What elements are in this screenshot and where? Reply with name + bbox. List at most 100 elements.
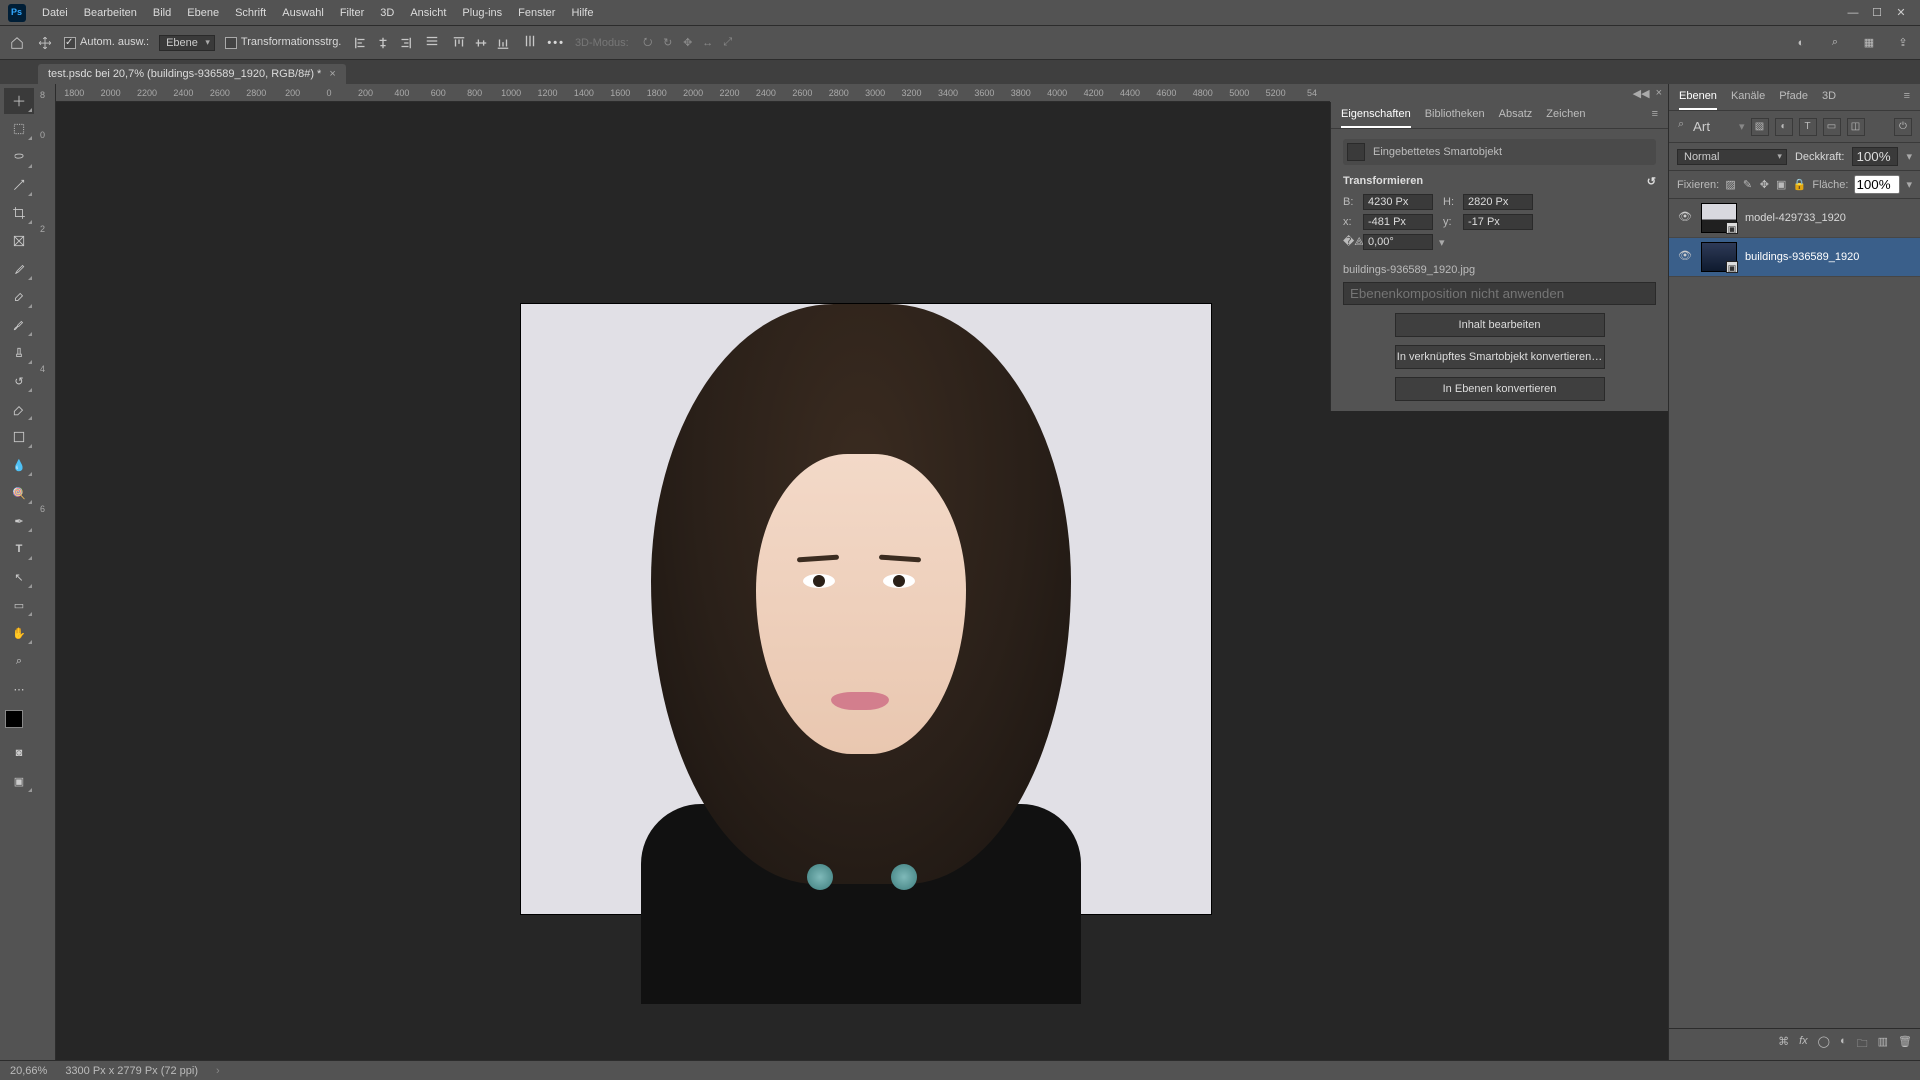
lasso-tool[interactable] (4, 144, 34, 170)
tab-3d[interactable]: 3D (1822, 90, 1836, 110)
frame-tool[interactable] (4, 228, 34, 254)
stamp-tool[interactable] (4, 340, 34, 366)
lock-transparency-icon[interactable]: ▨ (1725, 177, 1736, 193)
distribute-v-button[interactable] (523, 34, 537, 51)
canvas-artboard[interactable] (521, 304, 1211, 914)
blend-mode-select[interactable]: Normal (1677, 149, 1787, 165)
hand-tool[interactable]: ✋ (4, 620, 34, 646)
menu-bearbeiten[interactable]: Bearbeiten (84, 7, 137, 19)
wand-tool[interactable] (4, 172, 34, 198)
filter-type-icon[interactable]: T (1799, 118, 1817, 136)
y-input[interactable] (1463, 214, 1533, 230)
reset-transform-icon[interactable]: ↺ (1647, 175, 1656, 188)
home-icon[interactable] (8, 34, 26, 52)
menu-bild[interactable]: Bild (153, 7, 171, 19)
visibility-icon[interactable]: 👁 (1677, 249, 1693, 265)
delete-layer-icon[interactable]: 🗑 (1898, 1035, 1912, 1054)
shape-tool[interactable]: ▭ (4, 592, 34, 618)
align-top-button[interactable] (449, 33, 469, 53)
filter-kind-dropdown-icon[interactable]: ▾ (1739, 120, 1745, 133)
tab-kanaele[interactable]: Kanäle (1731, 90, 1765, 110)
screenmode-button[interactable]: ▣ (4, 768, 34, 794)
crop-tool[interactable] (4, 200, 34, 226)
menu-ebene[interactable]: Ebene (187, 7, 219, 19)
menu-schrift[interactable]: Schrift (235, 7, 266, 19)
layer-mask-icon[interactable]: ◯ (1818, 1035, 1830, 1054)
menu-fenster[interactable]: Fenster (518, 7, 555, 19)
close-button[interactable]: ✕ (1890, 4, 1912, 22)
dodge-tool[interactable]: 🍭 (4, 480, 34, 506)
width-input[interactable] (1363, 194, 1433, 210)
panel-collapse-icon[interactable]: ◀◀ (1633, 87, 1650, 100)
fg-bg-colors[interactable] (5, 710, 33, 738)
cloud-docs-icon[interactable]: ◐ (1792, 34, 1810, 52)
layer-comp-select[interactable] (1343, 282, 1656, 305)
workspace-icon[interactable]: ▦ (1860, 34, 1878, 52)
edit-contents-button[interactable]: Inhalt bearbeiten (1395, 313, 1605, 337)
minimize-button[interactable]: — (1842, 4, 1864, 22)
zoom-readout[interactable]: 20,66% (10, 1065, 47, 1077)
canvas-area[interactable]: 1800200022002400260028002000200400600800… (56, 84, 1330, 1060)
align-left-button[interactable] (351, 33, 371, 53)
filter-pixel-icon[interactable]: ▧ (1751, 118, 1769, 136)
lock-all-icon[interactable]: 🔒 (1793, 177, 1807, 193)
adjustment-layer-icon[interactable]: ◐ (1840, 1035, 1847, 1054)
fill-input[interactable] (1854, 175, 1900, 194)
document-tab[interactable]: test.psdc bei 20,7% (buildings-936589_19… (38, 64, 346, 84)
new-layer-icon[interactable]: ▥ (1878, 1035, 1888, 1054)
layer-name[interactable]: buildings-936589_1920 (1745, 251, 1859, 263)
menu-auswahl[interactable]: Auswahl (282, 7, 324, 19)
layer-row[interactable]: 👁 ▣ model-429733_1920 (1669, 199, 1920, 238)
menu-plugins[interactable]: Plug-ins (462, 7, 502, 19)
align-hcenter-button[interactable] (373, 33, 393, 53)
path-select-tool[interactable]: ↖ (4, 564, 34, 590)
panel-menu-icon[interactable]: ≡ (1652, 108, 1658, 128)
auto-select-checkbox[interactable]: Autom. ausw.: (64, 36, 149, 48)
marquee-tool[interactable] (4, 116, 34, 142)
lock-pixels-icon[interactable]: ✎ (1742, 177, 1753, 193)
menu-filter[interactable]: Filter (340, 7, 364, 19)
pen-tool[interactable]: ✒ (4, 508, 34, 534)
height-input[interactable] (1463, 194, 1533, 210)
menu-datei[interactable]: Datei (42, 7, 68, 19)
tab-absatz[interactable]: Absatz (1499, 108, 1533, 128)
auto-select-scope[interactable]: Ebene (159, 35, 215, 51)
panel-close-icon[interactable]: × (1656, 87, 1662, 99)
filter-toggle-switch[interactable]: ⏻ (1894, 118, 1912, 136)
brush-tool[interactable] (4, 312, 34, 338)
zoom-tool[interactable]: ⌕ (4, 648, 34, 674)
tab-ebenen[interactable]: Ebenen (1679, 90, 1717, 110)
type-tool[interactable]: T (4, 536, 34, 562)
transform-controls-checkbox[interactable]: Transformationsstrg. (225, 36, 341, 48)
opacity-input[interactable] (1852, 147, 1898, 166)
blur-tool[interactable]: 💧 (4, 452, 34, 478)
search-icon[interactable]: ⌕ (1826, 34, 1844, 52)
filter-smart-icon[interactable]: ◫ (1847, 118, 1865, 136)
lock-artboard-icon[interactable]: ▣ (1776, 177, 1787, 193)
layer-row[interactable]: 👁 ▣ buildings-936589_1920 (1669, 238, 1920, 277)
quickmask-button[interactable]: ◙ (4, 740, 34, 766)
layer-name[interactable]: model-429733_1920 (1745, 212, 1846, 224)
align-bottom-button[interactable] (493, 33, 513, 53)
rotate-input[interactable] (1363, 234, 1433, 250)
align-right-button[interactable] (395, 33, 415, 53)
group-icon[interactable]: 🗀 (1857, 1035, 1868, 1054)
tab-zeichen[interactable]: Zeichen (1546, 108, 1585, 128)
move-tool[interactable] (4, 88, 34, 114)
fill-dropdown-icon[interactable]: ▾ (1906, 178, 1912, 191)
menu-hilfe[interactable]: Hilfe (571, 7, 593, 19)
layer-thumbnail[interactable]: ▣ (1701, 203, 1737, 233)
distribute-h-button[interactable] (425, 34, 439, 51)
status-more-icon[interactable]: › (216, 1065, 220, 1077)
tab-pfade[interactable]: Pfade (1779, 90, 1808, 110)
tab-eigenschaften[interactable]: Eigenschaften (1341, 108, 1411, 128)
layers-panel-menu-icon[interactable]: ≡ (1904, 90, 1910, 110)
tab-bibliotheken[interactable]: Bibliotheken (1425, 108, 1485, 128)
share-icon[interactable]: ⇪ (1894, 34, 1912, 52)
gradient-tool[interactable] (4, 424, 34, 450)
history-brush-tool[interactable]: ↺ (4, 368, 34, 394)
x-input[interactable] (1363, 214, 1433, 230)
convert-layers-button[interactable]: In Ebenen konvertieren (1395, 377, 1605, 401)
opacity-dropdown-icon[interactable]: ▾ (1906, 150, 1912, 163)
lock-position-icon[interactable]: ✥ (1759, 177, 1770, 193)
